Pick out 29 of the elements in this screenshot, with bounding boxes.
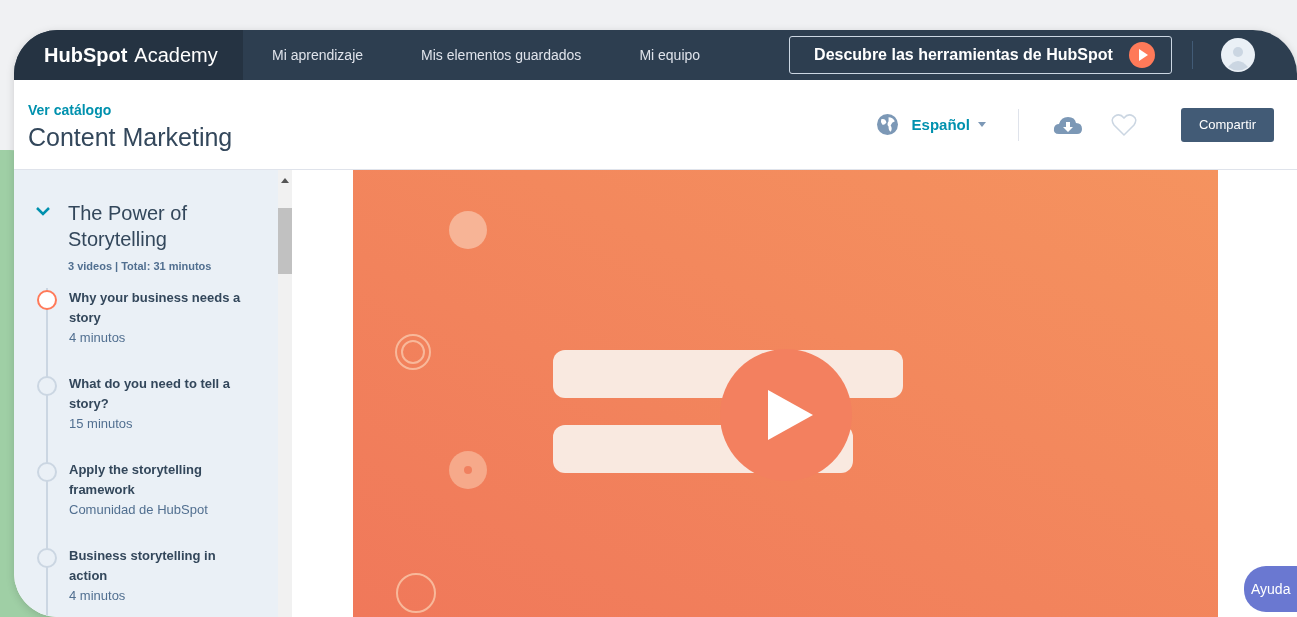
cloud-download-icon[interactable] (1052, 114, 1083, 135)
play-icon (1128, 42, 1155, 68)
catalog-link[interactable]: Ver catálogo (28, 101, 233, 118)
nav-link[interactable]: Mi equipo (610, 30, 730, 80)
scroll-up-icon[interactable] (281, 178, 289, 183)
nav-link[interactable]: Mi aprendizaje (243, 30, 393, 80)
logo[interactable]: HubSpot Academy (14, 30, 243, 80)
nav-link[interactable]: Mis elementos guardados (392, 30, 611, 80)
promo-button[interactable]: Descubre las herramientas de HubSpot (789, 36, 1172, 74)
section-summary: 3 videos | Total: 31 minutos (68, 260, 213, 272)
lesson-meta: Comunidad de HubSpot (69, 501, 209, 519)
lesson-meta: 4 minutos (69, 587, 127, 605)
chevron-icon[interactable] (36, 207, 50, 216)
section-title[interactable]: The Power of Storytelling (68, 200, 278, 252)
lesson-meta: 4 minutos (69, 329, 127, 347)
globe-icon (876, 114, 898, 135)
caret-icon (977, 122, 986, 127)
course-title: Content Marketing (28, 122, 233, 152)
lesson-meta: 15 minutos (69, 415, 134, 433)
language-dropdown[interactable]: Español (911, 116, 986, 133)
lesson-link[interactable]: Apply the storytelling framework (69, 460, 249, 500)
share-button[interactable]: Compartir (1180, 107, 1274, 142)
scrollbar[interactable] (278, 170, 292, 617)
lesson-link[interactable]: What do you need to tell a story? (69, 374, 249, 414)
lesson-link[interactable]: Why your business needs a story (69, 288, 249, 328)
lesson-link[interactable]: Business storytelling in action (69, 546, 249, 586)
avatar-icon[interactable] (1220, 38, 1255, 72)
help-button[interactable]: Ayuda (1244, 566, 1297, 612)
scrollbar-thumb[interactable] (278, 208, 292, 274)
